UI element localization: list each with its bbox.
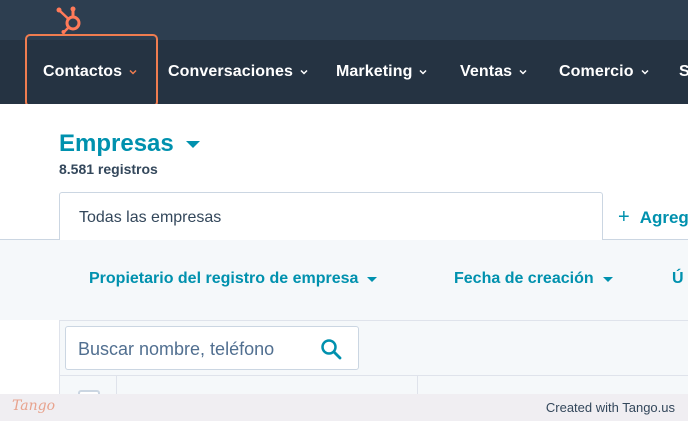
page-title[interactable]: Empresas [59,130,200,158]
tab-label: Todas las empresas [79,209,222,226]
nav-item-servicio[interactable]: S [679,40,688,104]
plus-icon: + [618,206,630,228]
table-area [59,320,688,412]
add-view-label: Agreg [639,207,688,227]
chevron-down-icon [300,69,308,75]
highlight-box [25,34,158,107]
filter-created-date[interactable]: Fecha de creación [454,270,613,288]
tango-logo: Tango [12,398,56,414]
nav-item-label: Marketing [336,63,413,80]
tab-all-companies[interactable]: Todas las empresas [59,192,603,241]
filter-last-activity[interactable]: Ú [672,270,684,288]
record-count: 8.581 registros [59,161,158,177]
caret-down-icon [367,276,378,282]
caret-down-icon [185,140,200,148]
chevron-down-icon [419,69,428,75]
nav-item-ventas[interactable]: Ventas [460,40,528,104]
page-title-label: Empresas [59,130,174,157]
tango-footer: Tango Created with Tango.us [0,394,688,421]
tango-credit: Created with Tango.us [545,400,675,415]
filter-owner[interactable]: Propietario del registro de empresa [89,270,378,288]
search-icon[interactable] [320,338,342,360]
search-input[interactable] [78,336,310,362]
nav-item-label: Ventas [460,63,513,80]
nav-item-label: Conversaciones [168,63,294,80]
nav-item-conversaciones[interactable]: Conversaciones [168,40,309,104]
chevron-down-icon [641,69,649,75]
search-box [65,326,359,370]
main-content: Empresas 8.581 registros Todas las empre… [0,104,688,412]
nav-item-marketing[interactable]: Marketing [336,40,428,104]
nav-item-comercio[interactable]: Comercio [559,40,650,104]
hubspot-logo-icon[interactable] [54,4,84,34]
chevron-down-icon [519,69,527,75]
filter-label: Ú [672,270,684,287]
caret-down-icon [602,276,613,282]
filter-bar: Propietario del registro de empresa Fech… [0,240,688,320]
nav-item-label: Comercio [559,63,634,80]
filter-label: Fecha de creación [454,270,594,287]
nav-item-label: S [679,63,688,80]
add-view-button[interactable]: + Agreg [618,206,688,229]
filter-label: Propietario del registro de empresa [89,270,359,287]
